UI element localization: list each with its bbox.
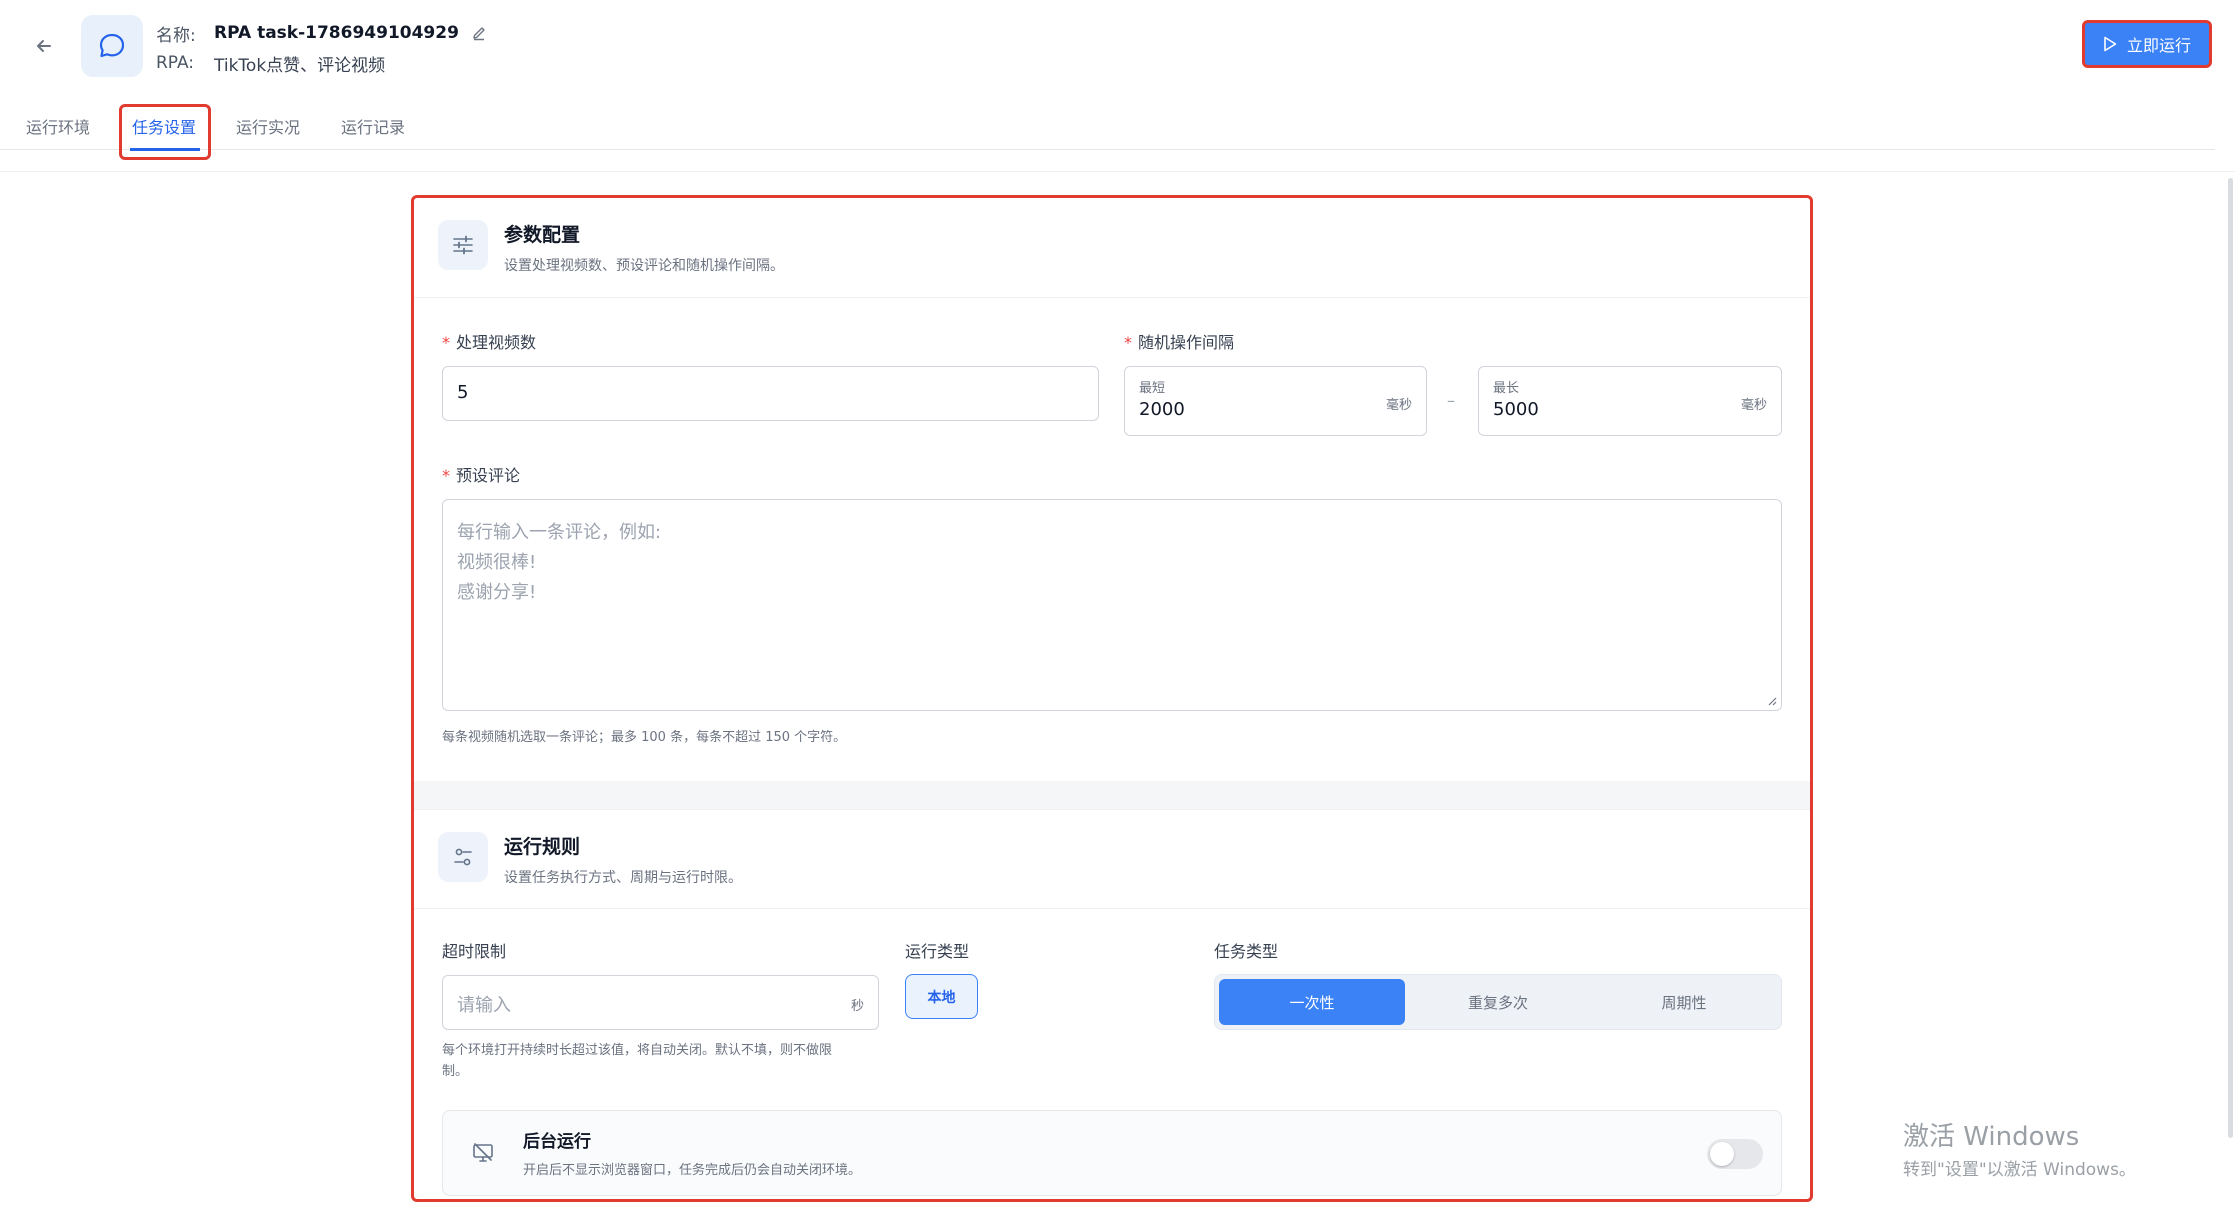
timeout-input[interactable]: 请输入 秒 bbox=[442, 975, 879, 1030]
tab-bar: 运行环境 任务设置 运行实况 运行记录 bbox=[0, 104, 2215, 160]
video-count-input[interactable]: 5 bbox=[442, 366, 1099, 421]
range-separator: – bbox=[1447, 391, 1455, 410]
pencil-icon bbox=[473, 27, 485, 41]
toggle-knob bbox=[1710, 1142, 1734, 1166]
tab-run-records[interactable]: 运行记录 bbox=[341, 114, 405, 138]
timeout-hint-line: 制。 bbox=[442, 1064, 469, 1079]
divider bbox=[0, 171, 2235, 172]
timeout-hint: 每个环境打开持续时长超过该值，将自动关闭。默认不填，则不做限 制。 bbox=[442, 1040, 832, 1082]
video-count-label-text: 处理视频数 bbox=[456, 333, 537, 352]
timeout-unit: 秒 bbox=[850, 999, 864, 1014]
task-name: RPA task-1786949104929 bbox=[214, 23, 459, 43]
comments-label: * 预设评论 bbox=[442, 466, 521, 485]
run-type-label: 运行类型 bbox=[905, 942, 970, 961]
interval-min-value: 2000 bbox=[1139, 399, 1185, 420]
task-meta: 名称: RPA task-1786949104929 RPA: TikTok点赞… bbox=[156, 18, 487, 78]
settings-panel: 参数配置 设置处理视频数、预设评论和随机操作间隔。 * 处理视频数 5 * 随机操作… bbox=[411, 195, 1813, 1202]
tab-run-environment[interactable]: 运行环境 bbox=[26, 114, 90, 138]
placeholder-line: 视频很棒! bbox=[457, 552, 537, 573]
rules-title: 运行规则 bbox=[504, 836, 581, 858]
watermark-line-2: 转到"设置"以激活 Windows。 bbox=[1903, 1160, 2136, 1180]
background-run-toggle[interactable] bbox=[1707, 1139, 1763, 1169]
interval-min-unit: 毫秒 bbox=[1385, 398, 1412, 413]
params-subtitle: 设置处理视频数、预设评论和随机操作间隔。 bbox=[504, 258, 784, 274]
comments-textarea[interactable]: 每行输入一条评论，例如: 视频很棒! 感谢分享! bbox=[442, 499, 1782, 711]
params-section-icon-wrap bbox=[438, 220, 488, 270]
background-run-title: 后台运行 bbox=[523, 1132, 591, 1152]
rules-section-icon-wrap bbox=[438, 832, 488, 882]
name-label: 名称: bbox=[156, 25, 196, 46]
header: 名称: RPA task-1786949104929 RPA: TikTok点赞… bbox=[0, 0, 2235, 92]
back-button[interactable] bbox=[28, 30, 60, 62]
page-scrollbar[interactable] bbox=[2228, 178, 2233, 1138]
params-section-header: 参数配置 设置处理视频数、预设评论和随机操作间隔。 bbox=[414, 198, 1810, 298]
task-type-segmented: 一次性 重复多次 周期性 bbox=[1214, 974, 1782, 1030]
sliders-icon bbox=[453, 235, 473, 255]
interval-max-value: 5000 bbox=[1493, 399, 1539, 420]
interval-label-text: 随机操作间隔 bbox=[1138, 333, 1235, 352]
chat-bubble-icon bbox=[99, 33, 125, 58]
video-count-label: * 处理视频数 bbox=[442, 333, 537, 352]
timeout-label: 超时限制 bbox=[442, 942, 507, 961]
windows-activation-watermark: 激活 Windows 转到"设置"以激活 Windows。 bbox=[1903, 1116, 2136, 1180]
run-type-local-option[interactable]: 本地 bbox=[905, 974, 978, 1019]
timeout-hint-line: 每个环境打开持续时长超过该值，将自动关闭。默认不填，则不做限 bbox=[442, 1043, 833, 1058]
task-type-once[interactable]: 一次性 bbox=[1219, 979, 1405, 1025]
placeholder-line: 感谢分享! bbox=[457, 582, 537, 603]
comments-label-text: 预设评论 bbox=[456, 466, 521, 485]
comments-placeholder: 每行输入一条评论，例如: 视频很棒! 感谢分享! bbox=[457, 518, 661, 608]
interval-min-label: 最短 bbox=[1139, 381, 1166, 396]
tab-task-settings[interactable]: 任务设置 bbox=[132, 114, 196, 138]
run-now-button[interactable]: 立即运行 bbox=[2082, 20, 2212, 68]
active-tab-underline bbox=[130, 148, 200, 151]
params-title: 参数配置 bbox=[504, 224, 581, 246]
interval-max-unit: 毫秒 bbox=[1740, 398, 1767, 413]
comments-hint: 每条视频随机选取一条评论；最多 100 条，每条不超过 150 个字符。 bbox=[442, 730, 847, 745]
rules-section-header: 运行规则 设置任务执行方式、周期与运行时限。 bbox=[414, 809, 1810, 909]
resize-handle-icon[interactable] bbox=[1767, 696, 1777, 706]
monitor-off-icon bbox=[473, 1143, 493, 1162]
video-count-value: 5 bbox=[457, 382, 469, 403]
task-type-label: 任务类型 bbox=[1214, 942, 1279, 961]
interval-max-label: 最长 bbox=[1493, 381, 1520, 396]
rules-subtitle: 设置任务执行方式、周期与运行时限。 bbox=[504, 870, 742, 886]
interval-label: * 随机操作间隔 bbox=[1124, 333, 1235, 352]
toggle-settings-icon bbox=[454, 848, 472, 866]
arrow-left-icon bbox=[37, 40, 51, 52]
interval-max-input[interactable]: 最长 5000 毫秒 bbox=[1478, 366, 1782, 436]
run-now-label: 立即运行 bbox=[2126, 36, 2191, 55]
rpa-label: RPA: bbox=[156, 53, 195, 73]
task-avatar bbox=[81, 15, 143, 77]
interval-min-input[interactable]: 最短 2000 毫秒 bbox=[1124, 366, 1427, 436]
play-icon bbox=[2104, 36, 2117, 52]
section-separator bbox=[414, 781, 1810, 809]
tab-live-run[interactable]: 运行实况 bbox=[236, 114, 300, 138]
edit-name-button[interactable] bbox=[471, 25, 487, 41]
timeout-placeholder: 请输入 bbox=[457, 995, 511, 1016]
task-type-repeat[interactable]: 重复多次 bbox=[1405, 979, 1591, 1025]
background-run-subtitle: 开启后不显示浏览器窗口，任务完成后仍会自动关闭环境。 bbox=[523, 1163, 862, 1178]
watermark-line-1: 激活 Windows bbox=[1903, 1122, 2080, 1152]
task-type-periodic[interactable]: 周期性 bbox=[1591, 979, 1777, 1025]
background-run-card: 后台运行 开启后不显示浏览器窗口，任务完成后仍会自动关闭环境。 bbox=[442, 1110, 1782, 1196]
rpa-value: TikTok点赞、评论视频 bbox=[214, 55, 386, 76]
placeholder-line: 每行输入一条评论，例如: bbox=[457, 522, 662, 543]
background-run-icon-wrap bbox=[461, 1131, 505, 1175]
